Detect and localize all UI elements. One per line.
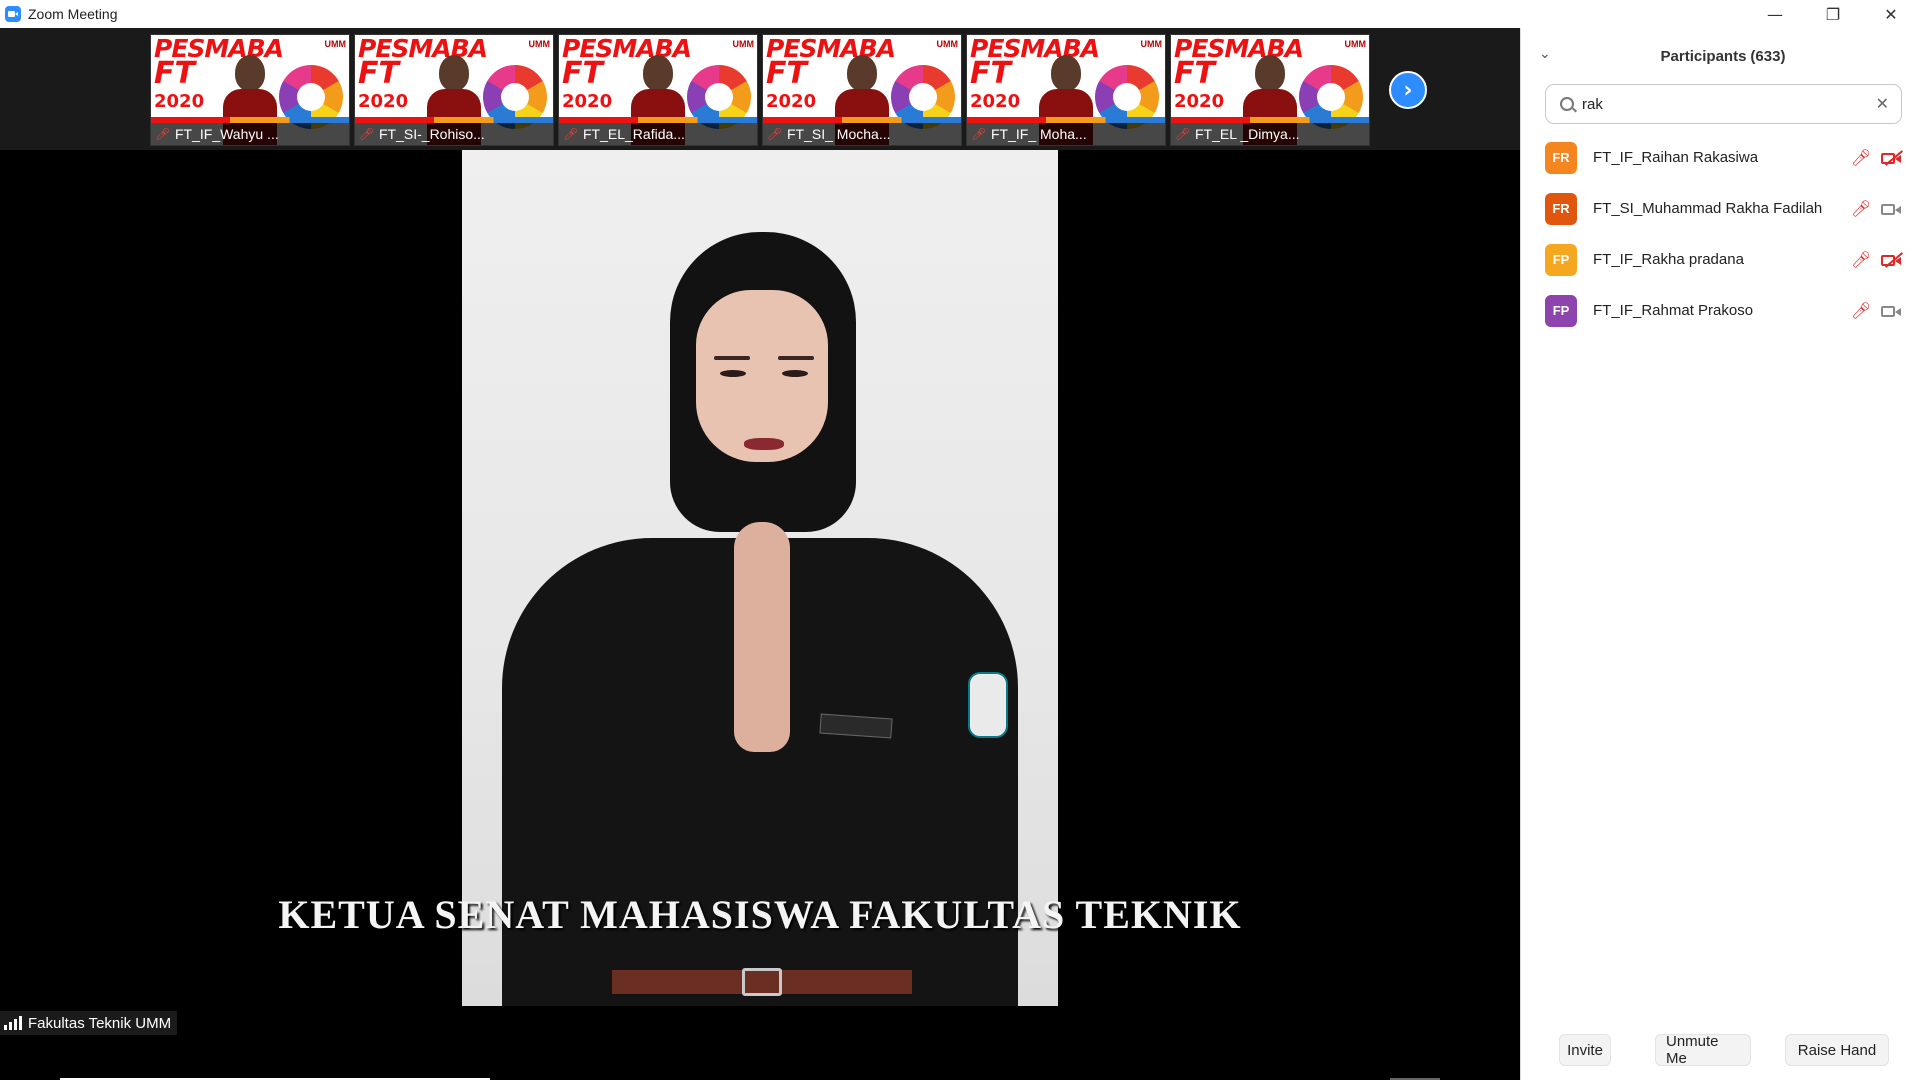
search-icon xyxy=(1560,97,1574,111)
banner-ft: FT xyxy=(766,56,807,91)
video-off-icon xyxy=(1881,149,1905,167)
participants-panel: ⌄ Participants(633) ✕ FR FT_IF_Raihan Ra… xyxy=(1520,28,1920,1080)
panel-title: Participants (633) xyxy=(1521,48,1920,65)
video-off-icon xyxy=(1881,251,1905,269)
banner-ft: FT xyxy=(562,56,603,91)
unmute-me-button[interactable]: Unmute Me xyxy=(1655,1033,1751,1067)
signal-strength-icon xyxy=(4,1016,22,1030)
thumbnail-name: FT_IF_Wahyu ... xyxy=(175,126,279,142)
umm-logo-text: UMM xyxy=(324,39,347,49)
banner-ft: FT xyxy=(154,56,195,91)
muted-mic-icon: 🎤︎ xyxy=(1851,301,1872,320)
muted-mic-icon: 🎤︎ xyxy=(971,127,987,141)
video-area: PESMABA FT 2020 UMM 🎤︎ FT_IF_Wahyu ... P… xyxy=(0,28,1520,1080)
avatar: FP xyxy=(1545,243,1577,276)
participant-name: FT_IF_Rahmat Prakoso xyxy=(1593,302,1754,319)
banner-year: 2020 xyxy=(766,91,817,112)
thumbnail-name: FT_EL _Dimya... xyxy=(1195,126,1300,142)
banner-year: 2020 xyxy=(970,91,1021,112)
avatar: FP xyxy=(1545,294,1577,327)
participant-count: (633) xyxy=(1750,48,1786,65)
participant-search[interactable]: ✕ xyxy=(1545,84,1902,124)
video-thumbnail[interactable]: PESMABA FT 2020 UMM 🎤︎ FT_SI_ Mocha... xyxy=(762,34,962,146)
muted-mic-icon: 🎤︎ xyxy=(359,127,375,141)
close-button[interactable]: ✕ xyxy=(1862,0,1920,28)
banner-year: 2020 xyxy=(154,91,205,112)
muted-mic-icon: 🎤︎ xyxy=(155,127,171,141)
video-thumbnail[interactable]: PESMABA FT 2020 UMM 🎤︎ FT_IF_ Moha... xyxy=(966,34,1166,146)
chevron-right-icon: › xyxy=(1403,77,1413,103)
window-controls: — ❐ ✕ xyxy=(1746,0,1920,28)
banner-ft: FT xyxy=(970,56,1011,91)
thumbnail-name: FT_SI-_Rohiso... xyxy=(379,126,485,142)
zoom-app-icon xyxy=(5,6,21,22)
thumbnail-name: FT_IF_ Moha... xyxy=(991,126,1087,142)
muted-mic-icon: 🎤︎ xyxy=(1851,148,1872,167)
avatar: FR xyxy=(1545,192,1577,225)
banner-year: 2020 xyxy=(1174,91,1225,112)
speaker-figure xyxy=(462,150,1058,1006)
active-speaker-video[interactable] xyxy=(462,150,1058,1006)
video-thumbnail[interactable]: PESMABA FT 2020 UMM 🎤︎ FT_IF_Wahyu ... xyxy=(150,34,350,146)
panel-footer: Invite Unmute Me Raise Hand xyxy=(1521,1028,1920,1078)
raise-hand-button[interactable]: Raise Hand xyxy=(1785,1034,1889,1066)
umm-logo-text: UMM xyxy=(1140,39,1163,49)
speaker-name: Fakultas Teknik UMM xyxy=(28,1014,172,1032)
minimize-button[interactable]: — xyxy=(1746,0,1804,28)
banner-ft: FT xyxy=(358,56,399,91)
muted-mic-icon: 🎤︎ xyxy=(767,127,783,141)
video-caption: KETUA SENAT MAHASISWA FAKULTAS TEKNIK xyxy=(278,892,1242,937)
banner-year: 2020 xyxy=(562,91,613,112)
speaker-name-label: Fakultas Teknik UMM xyxy=(0,1011,178,1035)
participant-list: FR FT_IF_Raihan Rakasiwa 🎤︎ FR FT_SI_Muh… xyxy=(1521,132,1920,336)
video-camera-icon xyxy=(1881,200,1905,218)
list-item[interactable]: FR FT_IF_Raihan Rakasiwa 🎤︎ xyxy=(1521,132,1920,183)
participant-name: FT_IF_Raihan Rakasiwa xyxy=(1593,149,1759,166)
participant-name: FT_SI_Muhammad Rakha Fadilah xyxy=(1593,200,1823,217)
list-item[interactable]: FP FT_IF_Rakha pradana 🎤︎ xyxy=(1521,234,1920,285)
umm-logo-text: UMM xyxy=(732,39,755,49)
muted-mic-icon: 🎤︎ xyxy=(1851,250,1872,269)
muted-mic-icon: 🎤︎ xyxy=(1175,127,1191,141)
banner-year: 2020 xyxy=(358,91,409,112)
video-thumbnail[interactable]: PESMABA FT 2020 UMM 🎤︎ FT_SI-_Rohiso... xyxy=(354,34,554,146)
thumbnail-name-bar: 🎤︎ FT_EL_Rafida... xyxy=(559,123,757,145)
title-bar: Zoom Meeting — ❐ ✕ xyxy=(0,0,1920,28)
avatar: FR xyxy=(1545,141,1577,174)
list-item[interactable]: FR FT_SI_Muhammad Rakha Fadilah 🎤︎ xyxy=(1521,183,1920,234)
banner-ft: FT xyxy=(1174,56,1215,91)
video-thumbnail[interactable]: PESMABA FT 2020 UMM 🎤︎ FT_EL _Dimya... xyxy=(1170,34,1370,146)
panel-title-text: Participants xyxy=(1660,48,1747,65)
video-thumbnail[interactable]: PESMABA FT 2020 UMM 🎤︎ FT_EL_Rafida... xyxy=(558,34,758,146)
invite-button[interactable]: Invite xyxy=(1559,1034,1611,1066)
umm-logo-text: UMM xyxy=(936,39,959,49)
umm-logo-text: UMM xyxy=(1344,39,1367,49)
panel-header: ⌄ Participants (633) xyxy=(1521,28,1920,86)
thumbnail-name-bar: 🎤︎ FT_SI-_Rohiso... xyxy=(355,123,553,145)
umm-logo-text: UMM xyxy=(528,39,551,49)
uniform-emblem-icon xyxy=(968,672,1008,738)
next-page-button[interactable]: › xyxy=(1389,71,1427,109)
thumbnail-name-bar: 🎤︎ FT_EL _Dimya... xyxy=(1171,123,1369,145)
muted-mic-icon: 🎤︎ xyxy=(1851,199,1872,218)
thumbnail-name-bar: 🎤︎ FT_SI_ Mocha... xyxy=(763,123,961,145)
muted-mic-icon: 🎤︎ xyxy=(563,127,579,141)
video-camera-icon xyxy=(1881,302,1905,320)
close-icon[interactable]: ✕ xyxy=(1876,94,1889,113)
thumbnail-name-bar: 🎤︎ FT_IF_ Moha... xyxy=(967,123,1165,145)
thumbnail-strip: PESMABA FT 2020 UMM 🎤︎ FT_IF_Wahyu ... P… xyxy=(0,28,1520,150)
thumbnail-name: FT_SI_ Mocha... xyxy=(787,126,891,142)
window-title: Zoom Meeting xyxy=(28,6,118,22)
list-item[interactable]: FP FT_IF_Rahmat Prakoso 🎤︎ xyxy=(1521,285,1920,336)
thumbnail-name-bar: 🎤︎ FT_IF_Wahyu ... xyxy=(151,123,349,145)
restore-button[interactable]: ❐ xyxy=(1804,0,1862,28)
thumbnail-name: FT_EL_Rafida... xyxy=(583,126,685,142)
search-input[interactable] xyxy=(1582,95,1862,113)
participant-name: FT_IF_Rakha pradana xyxy=(1593,251,1744,268)
